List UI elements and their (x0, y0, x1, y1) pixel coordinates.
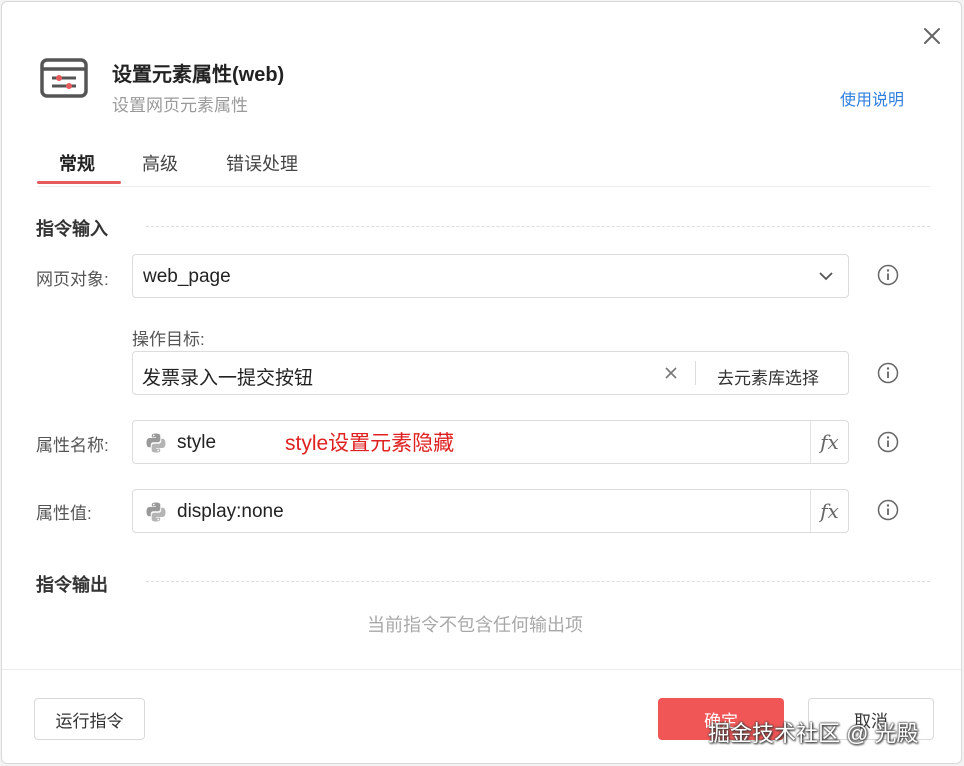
field-separator (695, 361, 696, 385)
formula-button[interactable]: fx (810, 421, 848, 463)
dialog-subtitle: 设置网页元素属性 (112, 96, 248, 115)
settings-window-icon (40, 58, 88, 98)
active-tab-indicator (37, 181, 121, 184)
python-icon (145, 501, 167, 523)
attr-value-field[interactable]: display:none fx (132, 489, 849, 533)
input-section-title: 指令输入 (36, 219, 108, 239)
section-divider (146, 581, 930, 582)
annotation-text: style设置元素隐藏 (285, 432, 455, 455)
attr-value-value: display:none (177, 501, 284, 522)
footer-divider (2, 669, 961, 670)
dialog: 设置元素属性(web) 设置网页元素属性 使用说明 常规 高级 错误处理 指令输… (1, 1, 962, 764)
attr-name-label: 属性名称: (36, 436, 109, 455)
info-icon[interactable] (877, 264, 899, 286)
run-command-button[interactable]: 运行指令 (34, 698, 145, 740)
web-object-select[interactable]: web_page (132, 254, 849, 298)
target-value: 发票录入一提交按钮 (142, 368, 314, 389)
python-icon (145, 432, 167, 454)
info-icon[interactable] (877, 431, 899, 453)
help-link[interactable]: 使用说明 (840, 86, 904, 110)
tab-error-handling[interactable]: 错误处理 (226, 150, 298, 176)
dialog-title: 设置元素属性(web) (112, 64, 285, 86)
target-field[interactable]: 发票录入一提交按钮 去元素库选择 (132, 351, 849, 395)
cancel-button[interactable]: 取消 (808, 698, 934, 740)
web-object-value: web_page (143, 266, 231, 287)
section-divider (146, 226, 930, 227)
info-icon[interactable] (877, 362, 899, 384)
element-library-picker[interactable]: 去元素库选择 (717, 364, 819, 389)
output-section-title: 指令输出 (36, 575, 108, 595)
web-object-label: 网页对象: (36, 270, 109, 289)
chevron-down-icon[interactable] (818, 268, 834, 289)
tab-general[interactable]: 常规 (59, 150, 95, 176)
tab-bar: 常规 高级 错误处理 (37, 144, 930, 187)
info-icon[interactable] (877, 499, 899, 521)
clear-icon[interactable] (663, 365, 679, 386)
attr-name-field[interactable]: style fx (132, 420, 849, 464)
formula-button[interactable]: fx (810, 490, 848, 532)
tab-advanced[interactable]: 高级 (142, 150, 178, 176)
attr-value-label: 属性值: (36, 504, 92, 523)
target-label: 操作目标: (132, 330, 205, 349)
attr-name-value: style (177, 432, 217, 453)
close-icon[interactable] (920, 24, 944, 48)
empty-output-message: 当前指令不包含任何输出项 (367, 615, 583, 635)
confirm-button[interactable]: 确定 (658, 698, 784, 740)
